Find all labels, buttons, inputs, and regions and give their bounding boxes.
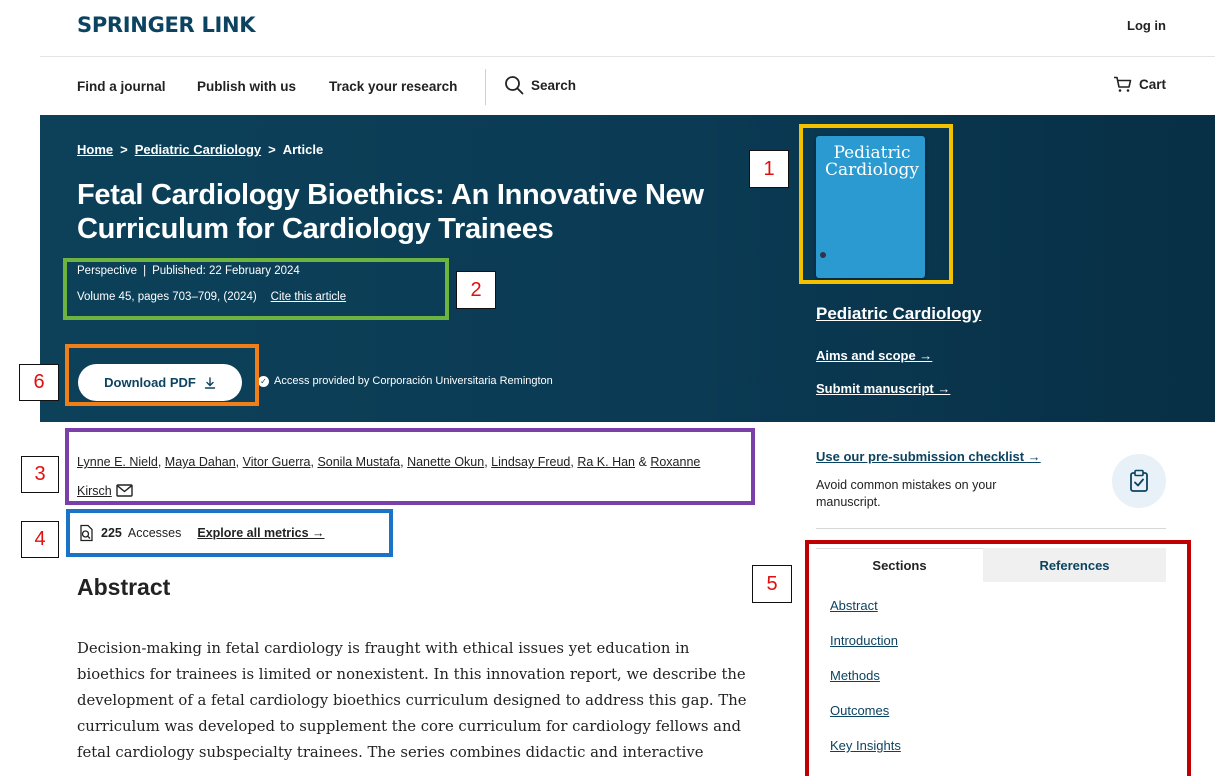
abstract-text: Decision-making in fetal cardiology is f… bbox=[77, 640, 747, 761]
breadcrumb-home[interactable]: Home bbox=[77, 142, 113, 157]
search-label: Search bbox=[531, 77, 577, 93]
annotation-box-2 bbox=[63, 258, 449, 320]
search-button[interactable]: Search bbox=[504, 75, 576, 95]
annotation-label-4: 4 bbox=[21, 521, 59, 558]
annotation-box-4 bbox=[66, 509, 393, 557]
annotation-box-6 bbox=[65, 344, 259, 406]
breadcrumb-journal[interactable]: Pediatric Cardiology bbox=[135, 142, 261, 157]
cart-label: Cart bbox=[1138, 77, 1166, 92]
cart-icon bbox=[1113, 76, 1132, 92]
clipboard-icon bbox=[1130, 469, 1148, 492]
submit-manuscript-link[interactable]: Submit manuscript → bbox=[816, 381, 950, 396]
checklist-link[interactable]: Use our pre-submission checklist → bbox=[816, 449, 1041, 464]
nav-find-journal[interactable]: Find a journal bbox=[77, 79, 166, 94]
breadcrumb-separator: > bbox=[268, 142, 276, 157]
aims-scope-link[interactable]: Aims and scope → bbox=[816, 348, 932, 363]
login-link[interactable]: Log in bbox=[1127, 18, 1166, 33]
article-title: Fetal Cardiology Bioethics: An Innovativ… bbox=[77, 179, 704, 245]
annotation-label-1: 1 bbox=[749, 150, 789, 188]
check-icon: ✓ bbox=[258, 375, 269, 387]
main-nav: Find a journal Publish with us Track you… bbox=[0, 57, 1215, 115]
nav-divider bbox=[485, 69, 486, 105]
breadcrumb: Home > Pediatric Cardiology > Article bbox=[77, 142, 323, 157]
annotation-box-3 bbox=[65, 428, 755, 505]
site-header: SPRINGER LINK Log in bbox=[0, 0, 1215, 56]
annotation-box-1 bbox=[799, 124, 953, 284]
breadcrumb-separator: > bbox=[120, 142, 128, 157]
access-text: Access provided by Corporación Universit… bbox=[274, 375, 553, 387]
clipboard-badge bbox=[1112, 454, 1166, 508]
cart-button[interactable]: Cart bbox=[1113, 76, 1166, 93]
breadcrumb-article: Article bbox=[282, 142, 324, 157]
annotation-label-3: 3 bbox=[21, 456, 59, 493]
annotation-label-2: 2 bbox=[456, 271, 496, 309]
annotation-label-5: 5 bbox=[752, 565, 792, 603]
access-notice: ✓ Access provided by Corporación Univers… bbox=[258, 375, 553, 387]
annotation-label-6: 6 bbox=[19, 364, 59, 401]
abstract-heading: Abstract bbox=[77, 574, 171, 600]
nav-publish[interactable]: Publish with us bbox=[197, 79, 296, 94]
springer-link-logo[interactable]: SPRINGER LINK bbox=[77, 13, 256, 37]
nav-track-research[interactable]: Track your research bbox=[329, 79, 457, 94]
journal-name-link[interactable]: Pediatric Cardiology bbox=[816, 304, 981, 324]
checklist-description: Avoid common mistakes on your manuscript… bbox=[816, 478, 997, 509]
sidebar-divider bbox=[816, 528, 1166, 529]
annotation-box-5 bbox=[805, 540, 1191, 776]
search-icon bbox=[505, 76, 524, 95]
